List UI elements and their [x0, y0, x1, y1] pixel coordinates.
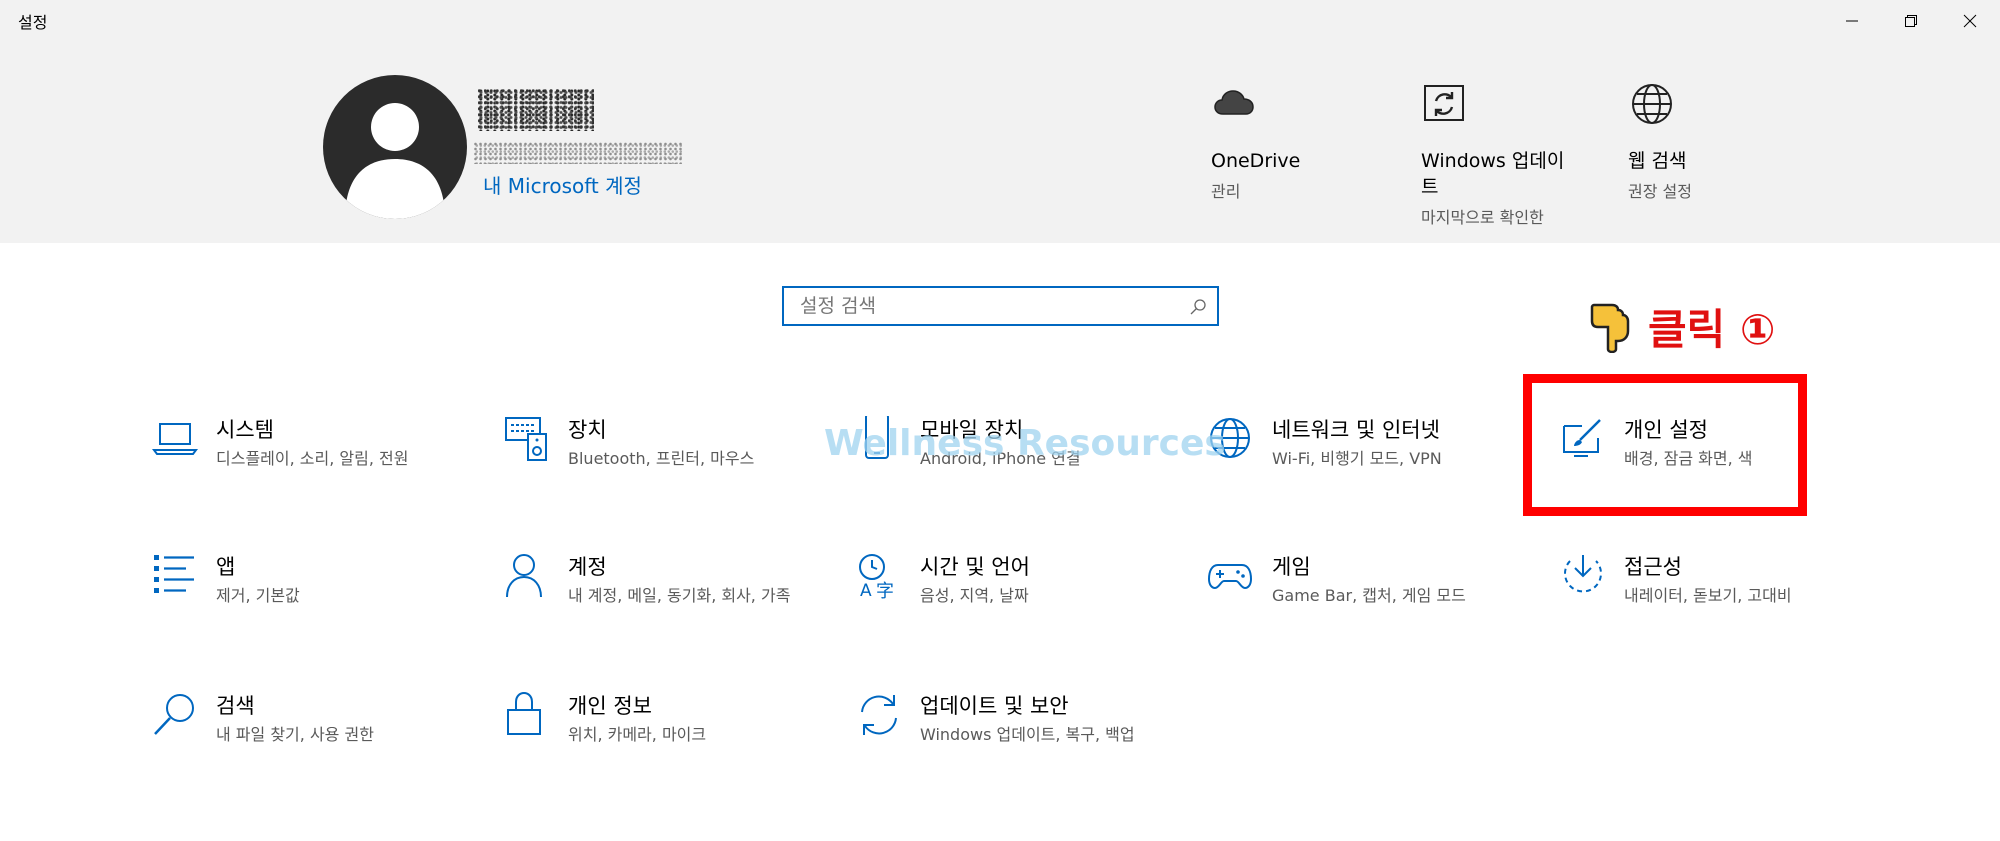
tile-title: 게임	[1272, 555, 1311, 579]
search-input[interactable]	[798, 294, 1168, 318]
restore-button[interactable]	[1881, 0, 1941, 42]
click-annotation: 클릭 ①	[1588, 296, 1775, 357]
accessibility-icon	[1564, 555, 1602, 593]
magnifier-icon[interactable]	[1189, 298, 1207, 316]
tile-subtitle: Windows 업데이트, 복구, 백업	[920, 725, 1135, 744]
tile-network-internet[interactable]: 네트워크 및 인터넷 Wi-Fi, 비행기 모드, VPN	[1208, 416, 1528, 516]
tile-subtitle: 위치, 카메라, 마이크	[568, 725, 707, 744]
tile-subtitle: 내 파일 찾기, 사용 권한	[216, 725, 374, 744]
svg-text:字: 字	[876, 581, 894, 599]
gamepad-icon	[1208, 564, 1253, 590]
tile-personalization[interactable]: 개인 설정 배경, 잠금 화면, 색	[1560, 416, 1880, 516]
minimize-button[interactable]	[1822, 0, 1882, 42]
tile-system[interactable]: 시스템 디스플레이, 소리, 알림, 전원	[152, 416, 472, 516]
tile-update-security[interactable]: 업데이트 및 보안 Windows 업데이트, 복구, 백업	[856, 692, 1176, 792]
account-name-redacted	[478, 89, 594, 131]
update-icon	[1424, 85, 1464, 121]
sync-icon	[861, 695, 897, 735]
tile-time-language[interactable]: A 字 시간 및 언어 음성, 지역, 날짜	[856, 553, 1176, 653]
tile-subtitle: 내 계정, 메일, 동기화, 회사, 가족	[568, 586, 791, 605]
tile-title: 검색	[216, 694, 255, 718]
tile-devices[interactable]: 장치 Bluetooth, 프린터, 마우스	[504, 416, 824, 516]
quick-link-title: 웹 검색	[1628, 150, 1687, 172]
watermark: Wellness Resources	[824, 423, 1226, 464]
settings-search-box[interactable]	[782, 286, 1219, 326]
devices-icon	[505, 417, 547, 461]
tile-title: 개인 정보	[568, 694, 652, 718]
quick-link-subtitle: 마지막으로 확인한	[1421, 208, 1544, 227]
window-title: 설정	[18, 13, 48, 32]
tile-title: 시간 및 언어	[920, 555, 1030, 579]
account-email-redacted	[474, 142, 682, 164]
close-icon	[1963, 14, 1977, 28]
tile-subtitle: Wi-Fi, 비행기 모드, VPN	[1272, 449, 1442, 468]
tile-subtitle: 디스플레이, 소리, 알림, 전원	[216, 449, 409, 468]
cloud-icon	[1214, 90, 1254, 115]
laptop-icon	[152, 423, 198, 455]
person-icon	[506, 554, 542, 598]
globe-icon	[1632, 84, 1672, 124]
quick-link-title: OneDrive	[1211, 150, 1301, 172]
tile-accounts[interactable]: 계정 내 계정, 메일, 동기화, 회사, 가족	[504, 553, 824, 653]
tile-title: 계정	[568, 555, 607, 579]
tile-privacy[interactable]: 개인 정보 위치, 카메라, 마이크	[504, 692, 824, 792]
personalization-icon	[1563, 419, 1601, 457]
tile-title: 개인 설정	[1624, 418, 1708, 442]
quick-link-onedrive[interactable]: OneDrive 관리	[1211, 80, 1381, 202]
close-button[interactable]	[1940, 0, 2000, 42]
tile-apps[interactable]: 앱 제거, 기본값	[152, 553, 472, 653]
user-avatar-icon	[345, 103, 445, 219]
minimize-icon	[1846, 20, 1858, 22]
tile-subtitle: 배경, 잠금 화면, 색	[1624, 449, 1753, 468]
quick-link-subtitle: 권장 설정	[1628, 182, 1692, 201]
apps-list-icon	[154, 555, 194, 593]
account-header: 내 Microsoft 계정 OneDrive 관리 Windows 업데이트 …	[0, 42, 2000, 243]
pointing-hand-icon	[1590, 303, 1630, 353]
annotation-label: 클릭 ①	[1648, 305, 1776, 354]
avatar[interactable]	[323, 75, 467, 219]
tile-gaming[interactable]: 게임 Game Bar, 캡처, 게임 모드	[1208, 553, 1528, 653]
tile-accessibility[interactable]: 접근성 내레이터, 돋보기, 고대비	[1560, 553, 1880, 653]
svg-text:A: A	[860, 581, 872, 599]
microsoft-account-link[interactable]: 내 Microsoft 계정	[483, 170, 642, 199]
tile-title: 네트워크 및 인터넷	[1272, 418, 1440, 442]
tile-subtitle: Bluetooth, 프린터, 마우스	[568, 449, 755, 468]
quick-link-subtitle: 관리	[1211, 182, 1241, 201]
quick-link-title: Windows 업데이트	[1421, 150, 1565, 198]
lock-icon	[507, 692, 541, 735]
search-icon	[154, 694, 194, 735]
tile-title: 앱	[216, 555, 236, 579]
tile-subtitle: Game Bar, 캡처, 게임 모드	[1272, 586, 1466, 605]
tile-subtitle: 내레이터, 돋보기, 고대비	[1624, 586, 1792, 605]
tile-title: 접근성	[1624, 555, 1682, 579]
tile-title: 업데이트 및 보안	[920, 694, 1069, 718]
tile-title: 장치	[568, 418, 607, 442]
tile-search[interactable]: 검색 내 파일 찾기, 사용 권한	[152, 692, 472, 792]
title-bar: 설정	[0, 0, 2000, 42]
time-language-icon: A 字	[859, 554, 894, 599]
quick-link-windows-update[interactable]: Windows 업데이트 마지막으로 확인한	[1421, 80, 1591, 228]
restore-icon	[1905, 15, 1917, 27]
tile-subtitle: 제거, 기본값	[216, 586, 300, 605]
tile-title: 시스템	[216, 418, 274, 442]
tile-subtitle: 음성, 지역, 날짜	[920, 586, 1029, 605]
quick-link-web-search[interactable]: 웹 검색 권장 설정	[1628, 80, 1798, 202]
